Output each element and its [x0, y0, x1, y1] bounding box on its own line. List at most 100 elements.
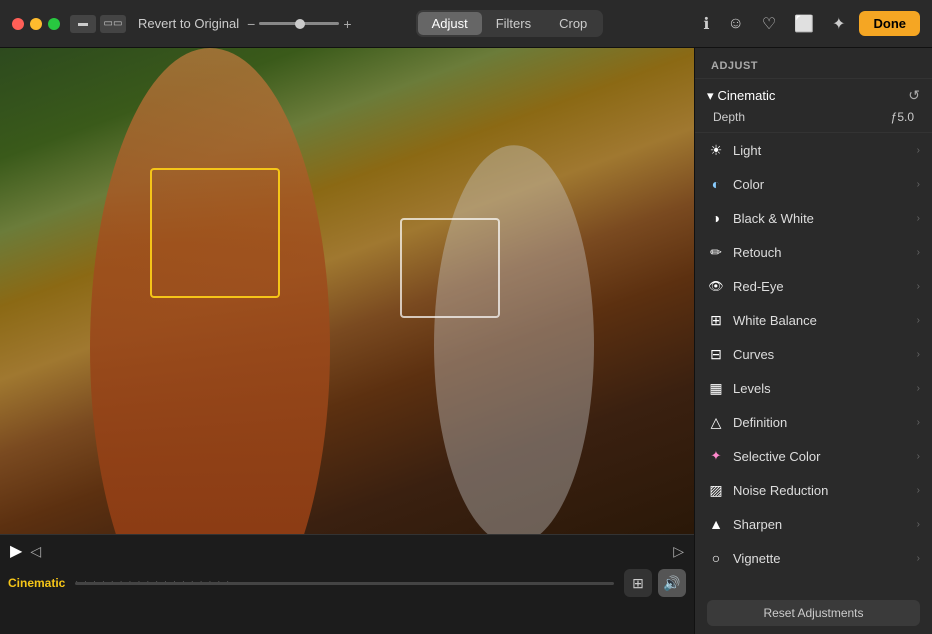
- rewind-button[interactable]: ◁: [30, 543, 41, 560]
- curves-icon: ⊟: [707, 345, 725, 363]
- close-button[interactable]: [12, 18, 24, 30]
- adjust-item-sharpen[interactable]: ▲ Sharpen ›: [695, 507, 932, 541]
- adjust-label-wb: White Balance: [733, 313, 817, 328]
- undo-button[interactable]: ↺: [908, 87, 920, 104]
- definition-icon: △: [707, 413, 725, 431]
- adjust-item-definition[interactable]: △ Definition ›: [695, 405, 932, 439]
- noise-icon: ▨: [707, 481, 725, 499]
- adjust-label-retouch: Retouch: [733, 245, 781, 260]
- play-button[interactable]: ▶: [10, 541, 22, 561]
- adjust-item-bw[interactable]: ◑ Black & White ›: [695, 201, 932, 235]
- brightness-track[interactable]: [259, 22, 339, 25]
- adjust-label-sharpen: Sharpen: [733, 517, 782, 532]
- share-icon[interactable]: ⬜: [790, 12, 818, 36]
- timeline-dots[interactable]: [75, 582, 614, 585]
- panel-scroll[interactable]: ▾ Cinematic ↺ Depth ƒ5.0 ☀ Light › ◐ Col…: [695, 79, 932, 592]
- frame-icon-button[interactable]: ⊞: [624, 569, 652, 597]
- tab-adjust[interactable]: Adjust: [418, 12, 482, 35]
- cinematic-section: ▾ Cinematic ↺ Depth ƒ5.0: [695, 79, 932, 133]
- expand-arrow-light: ›: [917, 145, 920, 156]
- magic-wand-icon[interactable]: ✦: [828, 12, 849, 36]
- depth-label: Depth: [713, 110, 745, 124]
- brightness-plus-icon: +: [343, 16, 351, 32]
- cinematic-label: Cinematic: [718, 88, 776, 103]
- cinematic-title[interactable]: ▾ Cinematic: [707, 88, 775, 104]
- tab-group: Adjust Filters Crop: [416, 10, 604, 37]
- adjust-item-retouch[interactable]: ✏ Retouch ›: [695, 235, 932, 269]
- dots-track: [75, 582, 614, 585]
- cinematic-timeline-label: Cinematic: [8, 576, 65, 590]
- adjust-item-curves[interactable]: ⊟ Curves ›: [695, 337, 932, 371]
- maximize-button[interactable]: [48, 18, 60, 30]
- adjust-item-redeye[interactable]: 👁 Red-Eye ›: [695, 269, 932, 303]
- window-controls: ▬ ▭▭: [70, 15, 126, 33]
- info-icon[interactable]: ℹ: [699, 12, 713, 36]
- expand-arrow-redeye: ›: [917, 281, 920, 292]
- face-detection-secondary: [400, 218, 500, 318]
- tab-filters[interactable]: Filters: [482, 12, 545, 35]
- reset-adjustments-button[interactable]: Reset Adjustments: [707, 600, 920, 626]
- timeline-area: ▶ ◁ ▷ Cinematic ⊞ 🔊: [0, 534, 694, 634]
- chevron-down-icon: ▾: [707, 88, 714, 104]
- cinematic-header: ▾ Cinematic ↺: [707, 87, 920, 104]
- smiley-icon[interactable]: ☺: [723, 13, 747, 35]
- split-view-button[interactable]: ▭▭: [100, 15, 126, 33]
- adjust-label-color: Color: [733, 177, 764, 192]
- depth-value: ƒ5.0: [891, 110, 914, 124]
- main-layout: ▶ ◁ ▷ Cinematic ⊞ 🔊 ADJUST: [0, 48, 932, 634]
- expand-arrow-levels: ›: [917, 383, 920, 394]
- expand-arrow-retouch: ›: [917, 247, 920, 258]
- bw-icon: ◑: [707, 209, 725, 227]
- done-button[interactable]: Done: [859, 11, 920, 36]
- expand-arrow-sharpen: ›: [917, 519, 920, 530]
- brightness-thumb[interactable]: [295, 19, 305, 29]
- selective-icon: ✦: [707, 447, 725, 465]
- light-icon: ☀: [707, 141, 725, 159]
- adjust-item-vignette[interactable]: ○ Vignette ›: [695, 541, 932, 575]
- single-view-button[interactable]: ▬: [70, 15, 96, 33]
- levels-icon: ▦: [707, 379, 725, 397]
- adjust-item-wb[interactable]: ⊞ White Balance ›: [695, 303, 932, 337]
- face-detection-primary: [150, 168, 280, 298]
- adjust-label-redeye: Red-Eye: [733, 279, 784, 294]
- adjust-item-levels[interactable]: ▦ Levels ›: [695, 371, 932, 405]
- heart-icon[interactable]: ♡: [758, 12, 780, 36]
- adjust-label-noise: Noise Reduction: [733, 483, 828, 498]
- adjust-label-definition: Definition: [733, 415, 787, 430]
- adjust-item-color[interactable]: ◐ Color ›: [695, 167, 932, 201]
- retouch-icon: ✏: [707, 243, 725, 261]
- brightness-slider[interactable]: − +: [247, 16, 351, 32]
- panel-header: ADJUST: [695, 48, 932, 79]
- revert-button[interactable]: Revert to Original: [138, 16, 239, 31]
- tab-crop[interactable]: Crop: [545, 12, 601, 35]
- titlebar: ▬ ▭▭ Revert to Original − + Adjust Filte…: [0, 0, 932, 48]
- adjust-item-selective[interactable]: ✦ Selective Color ›: [695, 439, 932, 473]
- expand-arrow-wb: ›: [917, 315, 920, 326]
- timeline-icons: ⊞ 🔊: [624, 569, 686, 597]
- traffic-lights: [12, 18, 60, 30]
- vignette-icon: ○: [707, 549, 725, 567]
- adjust-label-selective: Selective Color: [733, 449, 820, 464]
- expand-arrow-noise: ›: [917, 485, 920, 496]
- timeline-footer: Cinematic ⊞ 🔊: [0, 567, 694, 601]
- brightness-minus-icon: −: [247, 16, 255, 32]
- expand-arrow-selective: ›: [917, 451, 920, 462]
- video-area: ▶ ◁ ▷ Cinematic ⊞ 🔊: [0, 48, 694, 634]
- titlebar-right: ℹ ☺ ♡ ⬜ ✦ Done: [699, 11, 920, 36]
- adjust-item-noise[interactable]: ▨ Noise Reduction ›: [695, 473, 932, 507]
- audio-icon-button[interactable]: 🔊: [658, 569, 686, 597]
- adjust-item-light[interactable]: ☀ Light ›: [695, 133, 932, 167]
- adjust-label-bw: Black & White: [733, 211, 814, 226]
- minimize-button[interactable]: [30, 18, 42, 30]
- right-panel: ADJUST ▾ Cinematic ↺ Depth ƒ5.0 ☀: [694, 48, 932, 634]
- wb-icon: ⊞: [707, 311, 725, 329]
- adjust-label-curves: Curves: [733, 347, 774, 362]
- expand-arrow-bw: ›: [917, 213, 920, 224]
- expand-arrow-definition: ›: [917, 417, 920, 428]
- expand-arrow-curves: ›: [917, 349, 920, 360]
- expand-arrow-color: ›: [917, 179, 920, 190]
- color-icon: ◐: [707, 175, 725, 193]
- expand-arrow-vignette: ›: [917, 553, 920, 564]
- redeye-icon: 👁: [707, 277, 725, 295]
- forward-button[interactable]: ▷: [673, 543, 684, 560]
